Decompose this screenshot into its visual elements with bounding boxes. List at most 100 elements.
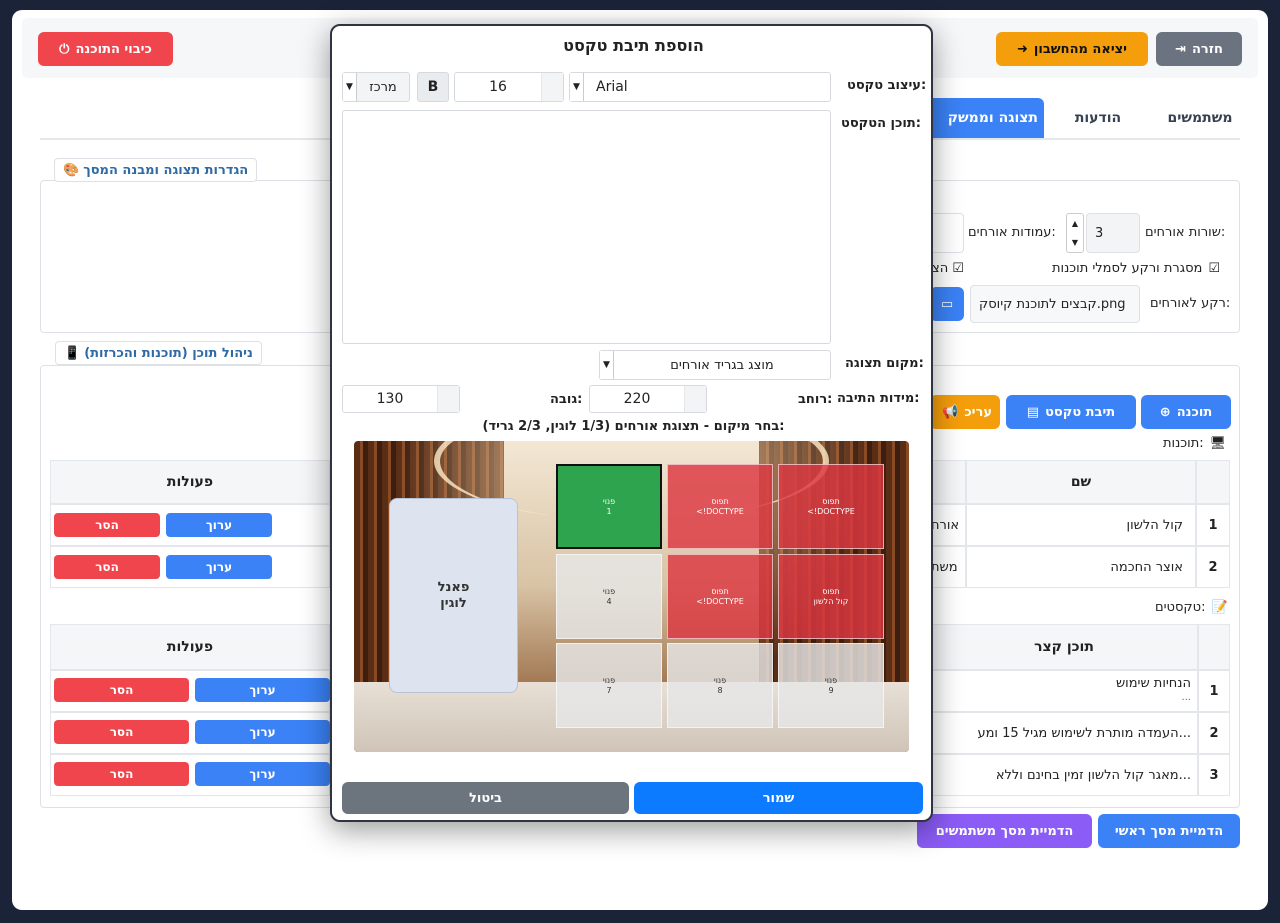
save-button[interactable]: שמור: [634, 782, 923, 814]
edit-button[interactable]: ערוך: [195, 762, 330, 786]
up-arrow-icon: ▲: [1071, 219, 1079, 228]
guest-bg-input[interactable]: קבצים לתוכנת קיוסק.png: [970, 285, 1140, 323]
grid-cell-content: 1: [606, 506, 612, 516]
text-row-content: הנחיות שימוש ...: [930, 670, 1198, 712]
browse-folder-button[interactable]: ▭: [930, 287, 964, 321]
tab-messages[interactable]: הודעות: [1058, 98, 1138, 138]
frame-checkbox-label: מסגרת ורקע לסמלי תוכנות: [1052, 261, 1203, 276]
format-label: עיצוב טקסט:: [847, 78, 927, 93]
display-settings-legend: 🎨 הגדרות תצוגה ומבנה המסך: [54, 158, 258, 182]
position-select[interactable]: ▼ מוצג בגריד אורחים: [599, 350, 831, 380]
grid-cell-5[interactable]: תפוס <!DOCTYPE: [667, 554, 773, 639]
add-program-label: תוכנה: [1176, 404, 1213, 420]
guest-rows-label: שורות אורחים:: [1145, 225, 1226, 240]
remove-button[interactable]: הסר: [54, 513, 160, 537]
remove-button[interactable]: הסר: [54, 555, 160, 579]
grid-cell-content: 9: [828, 685, 834, 695]
checkbox-checked-icon[interactable]: ☑: [1208, 261, 1220, 276]
dropdown-arrow-icon: ▼: [600, 351, 614, 379]
content-mgmt-title: ניהול תוכן (תוכנות והכרזות): [84, 345, 253, 361]
programs-label-row: תוכנות: 🖥: [1163, 436, 1226, 451]
position-value: מוצג בגריד אורחים: [670, 357, 774, 373]
shutdown-label: כיבוי התוכנה: [75, 41, 152, 57]
partial-checkbox-row[interactable]: הצ ☑: [932, 261, 964, 276]
height-value: 130: [376, 391, 404, 407]
tab-display[interactable]: תצוגה וממשק: [925, 98, 1044, 138]
edit-announcement-button[interactable]: 📢 עריכ: [930, 395, 1000, 429]
grid-cell-status: פנוי: [713, 675, 727, 685]
grid-cell-6[interactable]: תפוס קול הלשון: [778, 554, 884, 639]
align-select[interactable]: ▼ מרכז: [342, 72, 410, 102]
power-icon: ⏻: [59, 41, 70, 57]
grid-cell-8[interactable]: פנוי 8: [667, 643, 773, 728]
edit-button[interactable]: ערוך: [166, 555, 272, 579]
edit-button[interactable]: ערוך: [166, 513, 272, 537]
grid-cell-content: 8: [717, 685, 723, 695]
programs-header-name: שם: [966, 460, 1196, 504]
align-value: מרכז: [369, 79, 397, 95]
guest-rows-stepper[interactable]: ▲ ▼: [1066, 213, 1084, 253]
grid-cell-2[interactable]: תפוס <!DOCTYPE: [667, 464, 773, 549]
grid-cell-content: <!DOCTYPE: [807, 506, 855, 516]
height-input[interactable]: 130: [342, 385, 460, 413]
programs-header-partial: [930, 460, 966, 504]
plus-circle-icon: ⊕: [1159, 404, 1171, 420]
grid-cell-7[interactable]: פנוי 7: [556, 643, 662, 728]
grid-cell-9[interactable]: פנוי 9: [778, 643, 884, 728]
size-input[interactable]: 16: [454, 72, 564, 102]
grid-picker: פאנל לוגין פנוי 1 תפוס <!DOCTYPE תפוס <!DOCTY…: [354, 441, 909, 752]
login-panel-line: לוגין: [440, 595, 467, 611]
text-row-content: העמדה מותרת לשימוש מגיל 15 ומע...: [930, 712, 1198, 754]
grid-cell-4[interactable]: פנוי 4: [556, 554, 662, 639]
grid-cell-1[interactable]: פנוי 1: [556, 464, 662, 549]
grid-cell-status: פנוי: [602, 496, 616, 506]
add-textbox-button[interactable]: ▤ תיבת טקסט: [1006, 395, 1136, 429]
text-row-num: 3: [1198, 754, 1230, 796]
width-input[interactable]: 220: [589, 385, 707, 413]
text-row-num: 1: [1198, 670, 1230, 712]
grid-cell-3[interactable]: תפוס <!DOCTYPE: [778, 464, 884, 549]
programs-label: תוכנות:: [1163, 436, 1204, 451]
add-program-button[interactable]: ⊕ תוכנה: [1141, 395, 1231, 429]
width-label: רוחב:: [798, 392, 833, 407]
width-stepper[interactable]: [684, 386, 706, 412]
font-value: Arial: [596, 79, 628, 95]
font-select[interactable]: ▼ Arial: [569, 72, 831, 102]
display-settings-title: הגדרות תצוגה ומבנה המסך: [83, 162, 249, 178]
grid-cell-status: פנוי: [602, 586, 616, 596]
size-stepper[interactable]: [541, 73, 563, 101]
document-icon: ▤: [1026, 404, 1040, 420]
tab-users[interactable]: משתמשים: [1150, 98, 1250, 138]
height-stepper[interactable]: [437, 386, 459, 412]
shutdown-button[interactable]: ⏻ כיבוי התוכנה: [38, 32, 173, 66]
edit-button[interactable]: ערוך: [195, 720, 330, 744]
actions-header: פעולות: [50, 460, 330, 504]
note-icon: 📝: [1211, 600, 1228, 615]
cancel-button[interactable]: ביטול: [342, 782, 629, 814]
preview-users-button[interactable]: הדמיית מסך משתמשים: [917, 814, 1092, 848]
bold-toggle[interactable]: B: [417, 72, 449, 102]
text-row-ellipsis: ...: [1181, 692, 1191, 703]
remove-button[interactable]: הסר: [54, 720, 189, 744]
texts-label: טקסטים:: [1155, 600, 1206, 615]
remove-button[interactable]: הסר: [54, 678, 189, 702]
frame-checkbox-row[interactable]: מסגרת ורקע לסמלי תוכנות ☑: [1052, 261, 1220, 276]
logout-button[interactable]: ➜ יציאה מהחשבון: [996, 32, 1148, 66]
edit-button[interactable]: ערוך: [195, 678, 330, 702]
remove-button[interactable]: הסר: [54, 762, 189, 786]
checkbox-checked-icon[interactable]: ☑: [952, 261, 964, 276]
program-row-partial: אורח: [930, 504, 966, 546]
grid-cell-status: פנוי: [602, 675, 616, 685]
content-textarea[interactable]: [342, 110, 831, 344]
preview-main-button[interactable]: הדמיית מסך ראשי: [1098, 814, 1240, 848]
back-button[interactable]: ⇥ חזרה: [1156, 32, 1242, 66]
actions-header: פעולות: [50, 624, 330, 670]
guest-cols-input[interactable]: [930, 213, 964, 253]
height-label: גובה:: [550, 392, 583, 407]
back-label: חזרה: [1192, 41, 1223, 57]
guest-rows-input[interactable]: 3: [1086, 213, 1140, 253]
width-value: 220: [623, 391, 651, 407]
text-row-num: 2: [1198, 712, 1230, 754]
grid-cell-content: קול הלשון: [813, 596, 849, 606]
texts-label-row: טקסטים: 📝: [1155, 600, 1228, 615]
